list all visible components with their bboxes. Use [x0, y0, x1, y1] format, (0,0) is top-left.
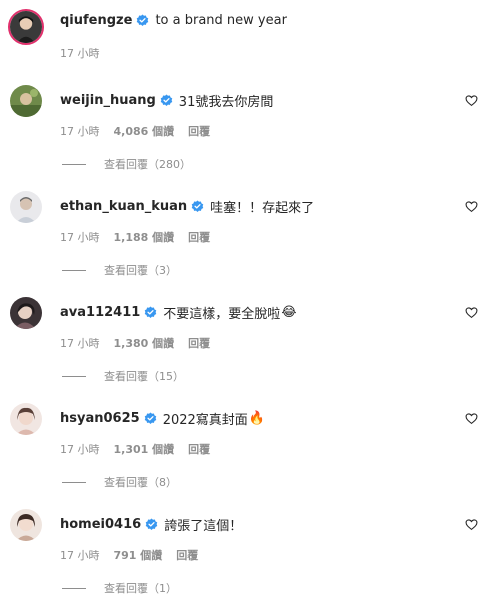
comment-line: ethan_kuan_kuan 哇塞！！存起來了: [60, 197, 314, 216]
comment-text: 不要這樣，要全脫啦: [163, 307, 281, 322]
view-replies-label: 查看回覆（8）: [104, 476, 177, 489]
comment-avatar[interactable]: [10, 297, 42, 329]
view-replies-label: 查看回覆（280）: [104, 158, 191, 171]
view-replies-button[interactable]: 查看回覆（15）: [62, 368, 184, 384]
comment-line: weijin_huang 31號我去你房間: [60, 91, 273, 110]
replies-divider: [62, 375, 86, 377]
comment-avatar[interactable]: [10, 191, 42, 223]
comment-text: 31號我去你房間: [178, 95, 274, 110]
comment-item: hsyan0625 2022寫真封面 🔥 17 小時 1,301 個讚 回覆 查…: [0, 397, 487, 503]
comment-timestamp[interactable]: 17 小時: [60, 441, 100, 457]
verified-badge-icon: [137, 14, 149, 26]
comment-likes[interactable]: 1,188 個讚: [114, 229, 175, 245]
comment-line: ava112411 不要這樣，要全脫啦 😂: [60, 303, 297, 322]
reply-button[interactable]: 回覆: [188, 229, 210, 245]
view-replies-button[interactable]: 查看回覆（280）: [62, 156, 191, 172]
comment-timestamp[interactable]: 17 小時: [60, 547, 100, 563]
caption-username[interactable]: qiufengze: [60, 13, 132, 28]
comment-text: 誇張了這個！: [164, 519, 243, 534]
comment-likes[interactable]: 4,086 個讚: [114, 123, 175, 139]
comment-meta: 17 小時 791 個讚 回覆: [60, 547, 198, 563]
reply-button[interactable]: 回覆: [188, 123, 210, 139]
comment-username[interactable]: ava112411: [60, 305, 140, 320]
caption-timestamp[interactable]: 17 小時: [60, 45, 100, 61]
verified-badge-icon: [145, 518, 158, 530]
verified-badge-icon: [191, 200, 204, 212]
like-heart-icon[interactable]: [465, 306, 478, 319]
reply-button[interactable]: 回覆: [176, 547, 198, 563]
caption-avatar[interactable]: [8, 9, 44, 45]
comment-meta: 17 小時 4,086 個讚 回覆: [60, 123, 210, 139]
comment-text: 哇塞！！存起來了: [210, 201, 315, 216]
comment-username[interactable]: homei0416: [60, 517, 141, 532]
view-replies-label: 查看回覆（3）: [104, 264, 177, 277]
view-replies-label: 查看回覆（15）: [104, 370, 184, 383]
comment-avatar[interactable]: [10, 85, 42, 117]
view-replies-button[interactable]: 查看回覆（1）: [62, 580, 177, 596]
replies-divider: [62, 163, 86, 165]
verified-badge-icon: [144, 412, 156, 424]
replies-divider: [62, 269, 86, 271]
view-replies-button[interactable]: 查看回覆（3）: [62, 262, 177, 278]
comment-username[interactable]: weijin_huang: [60, 93, 156, 108]
caption-line: qiufengze to a brand new year: [60, 13, 287, 28]
comment-item: homei0416 誇張了這個！ 17 小時 791 個讚 回覆 查看回覆（1）: [0, 503, 487, 609]
like-heart-icon[interactable]: [465, 200, 478, 213]
comment-line: hsyan0625 2022寫真封面 🔥: [60, 409, 265, 428]
view-replies-button[interactable]: 查看回覆（8）: [62, 474, 177, 490]
comment-line: homei0416 誇張了這個！: [60, 515, 242, 534]
comment-timestamp[interactable]: 17 小時: [60, 229, 100, 245]
comment-timestamp[interactable]: 17 小時: [60, 123, 100, 139]
like-heart-icon[interactable]: [465, 94, 478, 107]
comment-timestamp[interactable]: 17 小時: [60, 335, 100, 351]
comment-meta: 17 小時 1,301 個讚 回覆: [60, 441, 210, 457]
like-heart-icon[interactable]: [465, 412, 478, 425]
view-replies-label: 查看回覆（1）: [104, 582, 177, 595]
fire-emoji-icon: 🔥: [248, 411, 265, 426]
comment-item: weijin_huang 31號我去你房間 17 小時 4,086 個讚 回覆 …: [0, 79, 487, 185]
comment-username[interactable]: ethan_kuan_kuan: [60, 199, 187, 214]
comment-avatar[interactable]: [10, 403, 42, 435]
caption-text: to a brand new year: [155, 13, 287, 28]
comment-likes[interactable]: 1,380 個讚: [114, 335, 175, 351]
comment-meta: 17 小時 1,380 個讚 回覆: [60, 335, 210, 351]
post-caption: qiufengze to a brand new year 17 小時: [0, 0, 487, 70]
like-heart-icon[interactable]: [465, 518, 478, 531]
comment-likes[interactable]: 791 個讚: [114, 547, 163, 563]
replies-divider: [62, 481, 86, 483]
reply-button[interactable]: 回覆: [188, 335, 210, 351]
comment-item: ava112411 不要這樣，要全脫啦 😂 17 小時 1,380 個讚 回覆 …: [0, 291, 487, 397]
comment-meta: 17 小時 1,188 個讚 回覆: [60, 229, 210, 245]
reply-button[interactable]: 回覆: [188, 441, 210, 457]
comment-item: ethan_kuan_kuan 哇塞！！存起來了 17 小時 1,188 個讚 …: [0, 185, 487, 291]
comment-username[interactable]: hsyan0625: [60, 411, 140, 426]
laughing-emoji-icon: 😂: [281, 305, 297, 320]
comment-avatar[interactable]: [10, 509, 42, 541]
comment-likes[interactable]: 1,301 個讚: [114, 441, 175, 457]
replies-divider: [62, 587, 86, 589]
comment-text: 2022寫真封面: [162, 413, 248, 428]
verified-badge-icon: [145, 306, 157, 318]
verified-badge-icon: [160, 94, 173, 106]
